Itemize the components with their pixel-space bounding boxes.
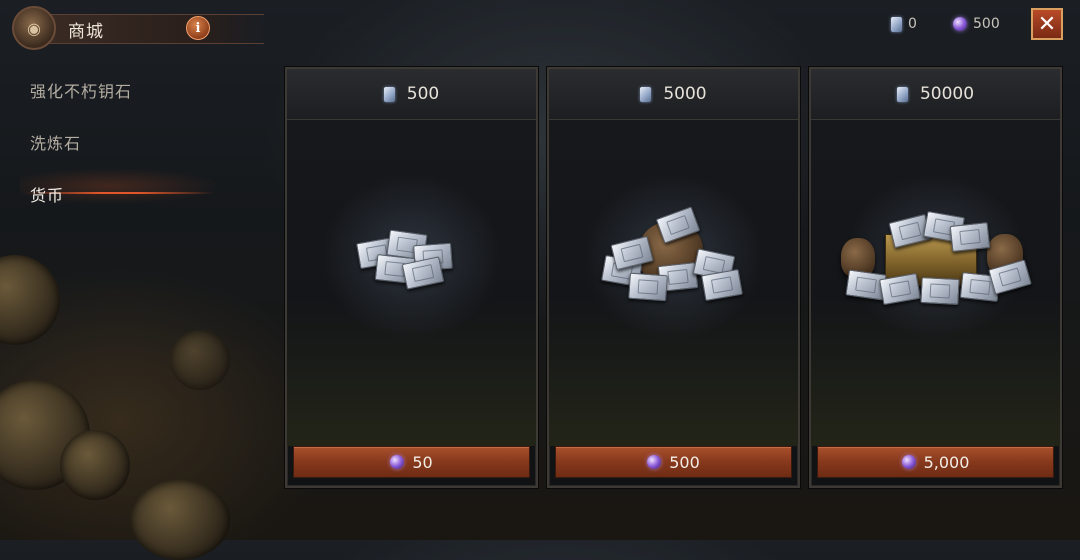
sidebar-item-key-stone[interactable]: 强化不朽钥石 — [30, 78, 132, 102]
price-label: 50 — [412, 452, 433, 472]
silver-tile-icon — [383, 86, 395, 102]
shop-item-card[interactable]: 5000 500 — [547, 67, 800, 488]
decorative-coin — [0, 255, 60, 345]
shop-item-card[interactable]: 500 50 — [285, 67, 538, 488]
silver-tile-count: 0 — [908, 16, 917, 32]
silver-tiles-image — [352, 222, 472, 292]
card-amount: 50000 — [919, 84, 975, 104]
purple-orb-icon — [647, 455, 662, 469]
purple-orb-icon — [901, 455, 916, 469]
purple-orb-icon — [953, 17, 967, 31]
card-artwork-area — [549, 120, 798, 446]
buy-button[interactable]: 5,000 — [817, 446, 1054, 478]
sidebar-item-currency[interactable]: 货币 — [30, 182, 64, 206]
silver-tile-icon — [891, 16, 902, 32]
card-amount-header: 5000 — [549, 69, 798, 120]
page-title: 商城 — [68, 22, 104, 42]
silver-tile-icon — [640, 86, 652, 102]
card-amount-header: 500 — [287, 69, 536, 120]
orb-count: 500 — [973, 16, 1000, 32]
silver-tiles-chest-image — [840, 210, 1032, 306]
shop-item-card[interactable]: 50000 5,000 — [809, 67, 1062, 488]
decorative-coin — [170, 330, 230, 390]
card-amount: 5000 — [663, 84, 707, 104]
orb-balance: 500 — [953, 16, 1000, 32]
purple-orb-icon — [390, 455, 405, 469]
price-label: 5,000 — [923, 452, 970, 472]
decorative-coin — [60, 430, 130, 500]
decorative-coin — [130, 480, 230, 560]
silver-tiles-sack-image — [599, 206, 749, 302]
price-label: 500 — [669, 452, 700, 472]
coin-bag-icon: ◉ — [12, 6, 56, 50]
shop-header: ◉ 商城 i — [10, 4, 270, 50]
buy-button[interactable]: 50 — [293, 446, 530, 478]
silver-tile-balance: 0 — [891, 16, 917, 32]
info-icon[interactable]: i — [186, 16, 210, 40]
buy-button[interactable]: 500 — [555, 446, 792, 478]
card-artwork-area — [287, 120, 536, 446]
silver-tile-icon — [896, 86, 908, 102]
close-button[interactable]: ✕ — [1031, 8, 1063, 40]
card-amount-header: 50000 — [811, 69, 1060, 120]
sidebar-item-reforge-stone[interactable]: 洗炼石 — [30, 130, 81, 154]
card-amount: 500 — [406, 84, 440, 104]
card-artwork-area — [811, 120, 1060, 446]
